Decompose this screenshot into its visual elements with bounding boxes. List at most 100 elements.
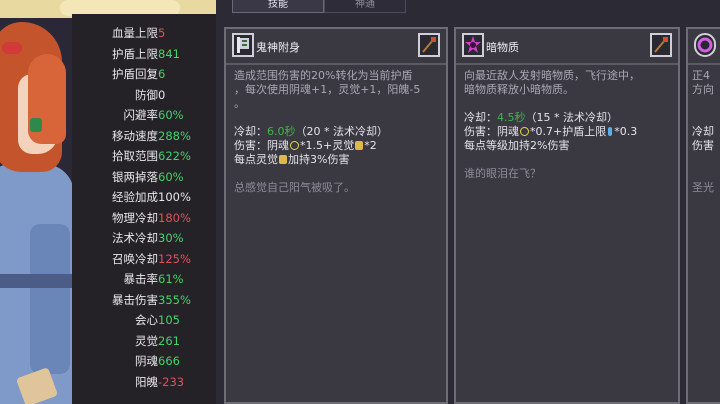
tab-skills[interactable]: 技能 (232, 0, 324, 13)
stat-label: 拾取范围 (112, 149, 158, 163)
stat-value: 100% (158, 190, 191, 204)
skill-card-header: 鬼神附身 (226, 29, 446, 65)
stat-value: 5 (158, 26, 166, 40)
stat-row: 经验加成 100% (72, 188, 216, 206)
tab-abilities[interactable]: 神通 (324, 0, 406, 13)
skill-damage: 伤害：阴魂 *1.5+灵觉 *2 (234, 139, 442, 153)
character-sash (0, 274, 72, 288)
stat-value: 105 (158, 313, 180, 327)
stat-label: 移动速度 (112, 128, 158, 143)
skill-card-partial[interactable]: 正4 方向 冷却 伤害 圣光 (686, 27, 720, 404)
stat-row: 物理冷却 180% (72, 209, 216, 227)
stat-value: 622% (158, 149, 191, 163)
cooldown-value: 6.0秒 (267, 125, 296, 138)
stat-value: 180% (158, 210, 191, 225)
skill-card-guishen[interactable]: 鬼神附身 造成范围伤害的20%转化为当前护盾 ，每次使用阴魂+1，灵觉+1，阳魄… (224, 27, 448, 404)
skill-title: 鬼神附身 (256, 41, 300, 54)
stat-label: 暴击伤害 (112, 292, 158, 307)
stat-value: 261 (158, 333, 180, 348)
skill-description-partial: 方向 (692, 83, 714, 96)
skill-description: 造成范围伤害的20%转化为当前护盾 ，每次使用阴魂+1，灵觉+1，阳魄-5 。 (234, 69, 421, 110)
stat-label: 防御 (135, 87, 158, 102)
stat-label: 暴击率 (123, 272, 159, 286)
stat-row: 拾取范围 622% (72, 147, 216, 165)
character-portrait (0, 14, 72, 404)
stat-value: 61% (158, 272, 184, 286)
yin-soul-icon (290, 141, 299, 150)
stat-value: -233 (158, 374, 185, 389)
stat-label: 血量上限 (112, 26, 158, 40)
hair-bow (2, 42, 22, 54)
cooldown-label: 冷却： (234, 125, 267, 138)
skill-bonus: 每点灵觉 加持3%伤害 (234, 153, 442, 167)
skill-card-dark-matter[interactable]: 暗物质 向最近敌人发射暗物质，飞行途中， 暗物质释放小暗物质。 冷却：4.5秒（… (454, 27, 680, 404)
stat-label: 阴魂 (135, 354, 158, 368)
damage-formula-a: *1.5+灵觉 (300, 139, 355, 152)
stat-label: 法术冷却 (112, 231, 158, 245)
stat-row: 阴魂 666 (72, 352, 216, 370)
stat-label: 阳魄 (135, 374, 158, 389)
stat-row: 血量上限 5 (72, 24, 216, 42)
stat-value: 125% (158, 251, 191, 266)
insight-icon (355, 141, 364, 150)
dark-star-icon (462, 33, 484, 57)
insight-icon (279, 155, 287, 164)
stat-value: 6 (158, 67, 166, 81)
damage-formula-b: *0.3 (614, 125, 638, 138)
stat-row: 灵觉 261 (72, 332, 216, 350)
stat-value: 0 (158, 87, 166, 102)
damage-label: 伤害：阴魂 (234, 139, 289, 152)
stat-row: 暴击伤害 355% (72, 291, 216, 309)
tool-icon[interactable] (650, 33, 672, 57)
holy-ring-icon (694, 33, 716, 57)
stat-label: 闪避率 (123, 108, 159, 122)
skill-card-header: 暗物质 (456, 29, 678, 65)
stat-row: 防御 0 (72, 86, 216, 104)
skill-bonus: 每点等级加持2%伤害 (464, 139, 570, 152)
damage-formula-a: *0.7+护盾上限 (530, 125, 607, 138)
stat-row: 银两掉落 60% (72, 168, 216, 186)
stat-label: 会心 (135, 313, 158, 327)
tool-icon[interactable] (418, 33, 440, 57)
stat-value: 60% (158, 169, 184, 184)
yin-soul-icon (520, 127, 529, 136)
cooldown-value: 4.5秒 (497, 111, 526, 124)
bonus-text-b: 加持3%伤害 (288, 153, 350, 166)
stat-row: 暴击率 61% (72, 270, 216, 288)
skill-damage: 伤害：阴魂 *0.7+护盾上限 *0.3 (464, 125, 674, 139)
stat-label: 召唤冷却 (112, 251, 158, 266)
skills-area: 技能 神通 鬼神附身 造成范围伤害的20%转化为当前护盾 ，每次使用阴魂+1，灵… (216, 0, 720, 404)
stats-panel: 血量上限 5 护盾上限 841 护盾回复 6 防御 0 闪避率 60% 移动速度 288% 拾取范围 62… (72, 14, 218, 404)
skill-cooldown: 冷却：4.5秒（15 * 法术冷却） (464, 111, 674, 125)
stat-value: 355% (158, 292, 191, 307)
stat-label: 护盾回复 (112, 67, 158, 81)
cooldown-formula: （20 * 法术冷却） (295, 125, 389, 138)
skill-title: 暗物质 (486, 41, 519, 54)
skill-damage-partial: 伤害 (692, 139, 714, 152)
bonus-text-a: 每点灵觉 (234, 153, 278, 166)
stat-value: 30% (158, 231, 184, 245)
ghost-banner-icon (232, 33, 254, 57)
skill-description: 向最近敌人发射暗物质，飞行途中， 暗物质释放小暗物质。 (464, 69, 640, 96)
stat-label: 经验加成 (112, 190, 158, 204)
skill-flavor-text: 总感觉自己阳气被吸了。 (234, 181, 355, 194)
skill-flavor-text: 谁的眼泪在飞？ (464, 167, 541, 180)
stat-label: 物理冷却 (112, 210, 158, 225)
stat-label: 银两掉落 (112, 169, 158, 184)
stat-value: 666 (158, 354, 180, 368)
stat-row: 闪避率 60% (72, 106, 216, 124)
stat-label: 灵觉 (135, 333, 158, 348)
skill-cooldown-partial: 冷却 (692, 125, 714, 138)
stat-value: 60% (158, 108, 184, 122)
skill-flavor-partial: 圣光 (692, 181, 714, 194)
skill-card-header (688, 29, 720, 65)
stat-row: 召唤冷却 125% (72, 250, 216, 268)
stat-label: 护盾上限 (112, 46, 158, 61)
skill-cooldown: 冷却：6.0秒（20 * 法术冷却） (234, 125, 442, 139)
shield-drop-icon (608, 127, 613, 136)
stat-row: 护盾上限 841 (72, 45, 216, 63)
stat-value: 288% (158, 128, 191, 143)
stat-row: 移动速度 288% (72, 127, 216, 145)
stat-row: 会心 105 (72, 311, 216, 329)
damage-label: 伤害：阴魂 (464, 125, 519, 138)
